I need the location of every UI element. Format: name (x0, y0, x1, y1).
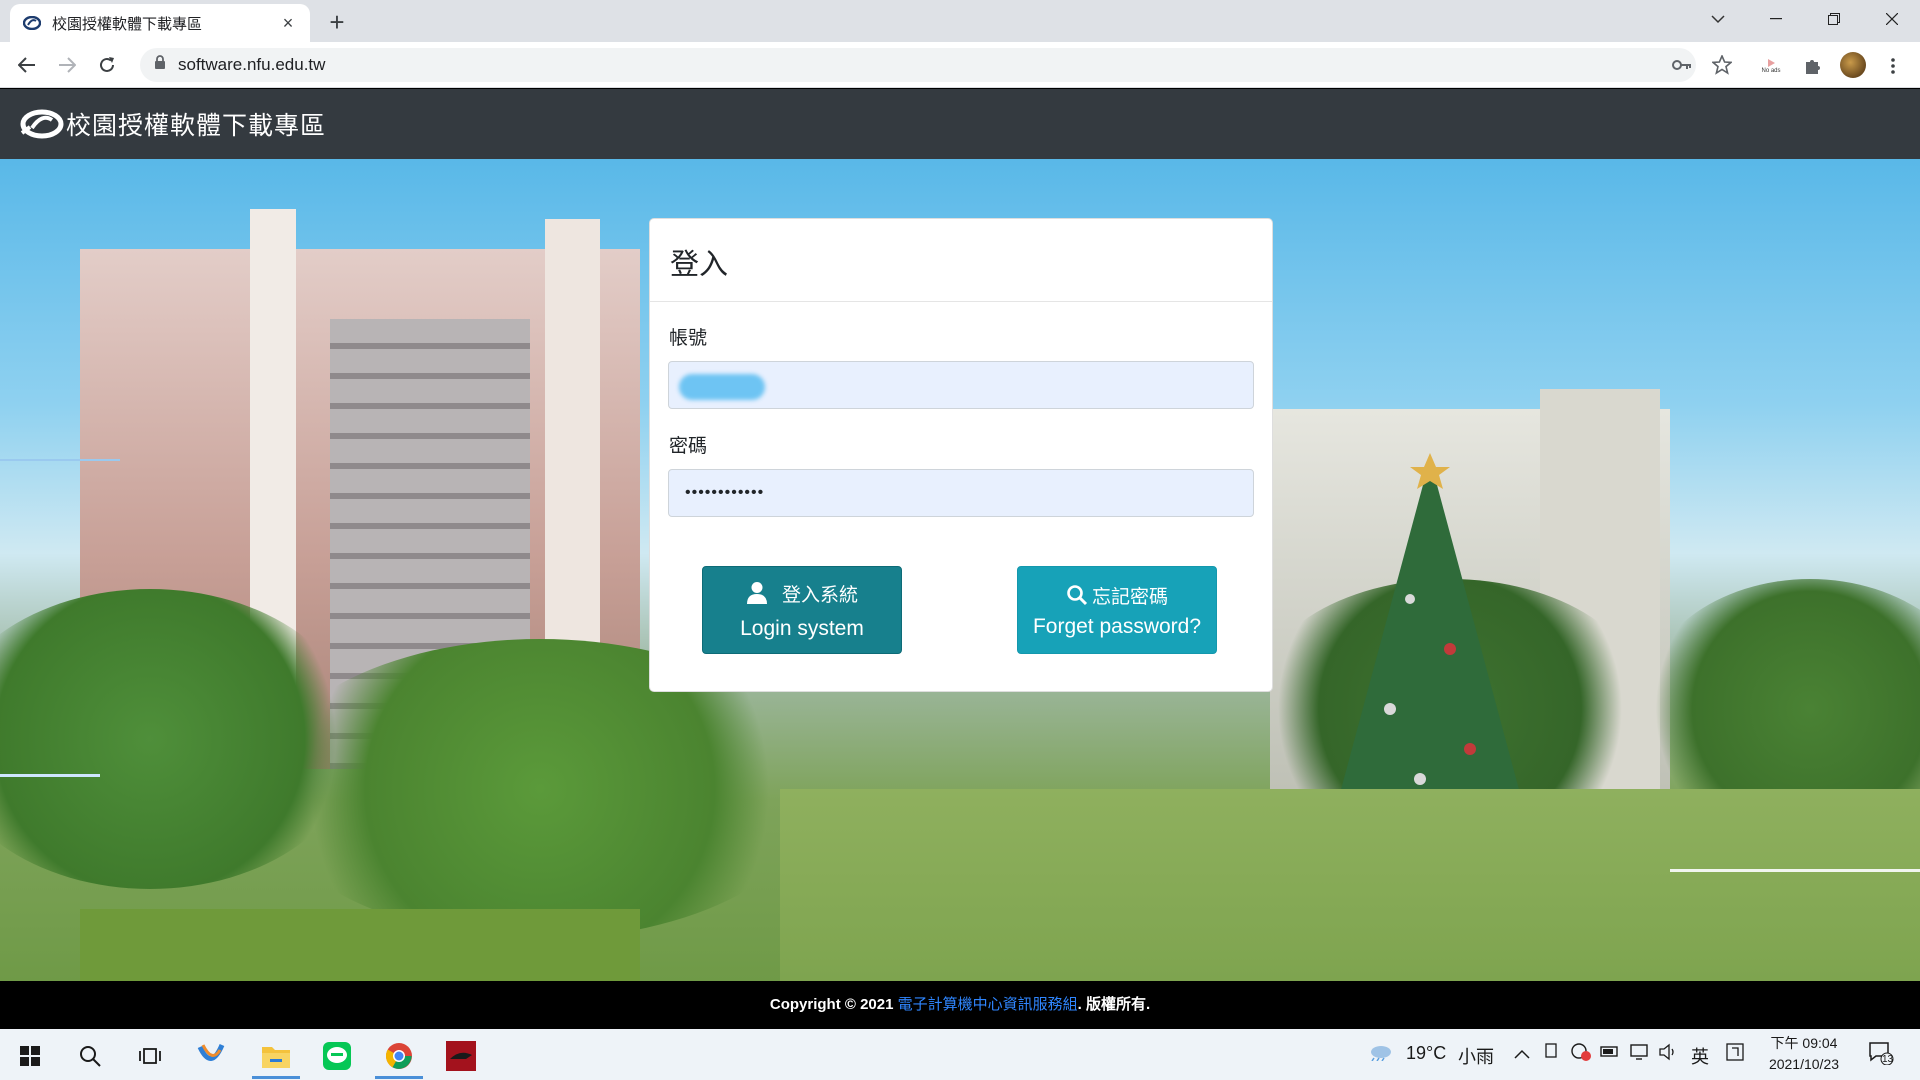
key-icon[interactable] (1670, 53, 1694, 77)
footer-org-link[interactable]: 電子計算機中心資訊服務組 (898, 996, 1078, 1013)
nfu-logo-icon[interactable] (20, 109, 64, 139)
weather-cloud-icon[interactable] (1368, 1043, 1392, 1066)
windows-taskbar: 19°C 小雨 英 下午 09:04 2021/10/23 13 (0, 1029, 1920, 1080)
password-input[interactable]: •••••••••••• (668, 469, 1254, 517)
login-title: 登入 (670, 249, 729, 281)
weather-temperature[interactable]: 19°C (1406, 1043, 1446, 1064)
taskbar-search-icon[interactable] (62, 1033, 118, 1079)
battery-icon[interactable] (1600, 1043, 1620, 1064)
network-icon[interactable] (1630, 1043, 1650, 1066)
user-icon (746, 582, 767, 604)
copyright-prefix: Copyright © 2021 (769, 996, 898, 1013)
clock-date: 2021/10/23 (1768, 1056, 1840, 1072)
username-label: 帳號 (669, 328, 708, 349)
extensions-puzzle-icon[interactable] (1800, 53, 1826, 79)
browser-tab-bar: 校園授權軟體下載專區 × + (0, 0, 1920, 42)
forget-password-button[interactable]: 忘記密碼 Forget password? (1017, 566, 1217, 654)
ime-mode-icon[interactable] (1726, 1043, 1744, 1066)
password-label: 密碼 (669, 436, 708, 457)
overlay-line (0, 459, 120, 461)
app-swirl-icon[interactable] (183, 1033, 239, 1079)
copyright-suffix: . 版權所有. (1077, 996, 1151, 1013)
reload-icon[interactable] (92, 50, 122, 80)
browser-tab[interactable]: 校園授權軟體下載專區 × (10, 4, 310, 42)
volume-icon[interactable] (1658, 1043, 1678, 1066)
card-header: 登入 (650, 219, 1272, 302)
windows-start-icon[interactable] (2, 1033, 58, 1079)
browser-toolbar: software.nfu.edu.tw No ads (0, 42, 1920, 88)
notification-count: 13 (1882, 1054, 1894, 1065)
forward-arrow-icon[interactable] (52, 50, 82, 80)
tray-chevron-up-icon[interactable] (1514, 1043, 1530, 1064)
noads-extension-icon[interactable]: No ads (1758, 53, 1784, 79)
app-red-shark-icon[interactable] (433, 1033, 489, 1079)
lawn (780, 789, 1920, 981)
overlay-line (0, 774, 100, 777)
taskbar-clock[interactable]: 下午 09:04 2021/10/23 (1756, 1033, 1852, 1075)
login-button-label-en: Login system (740, 616, 864, 640)
weather-description[interactable]: 小雨 (1458, 1043, 1494, 1069)
address-bar[interactable]: software.nfu.edu.tw (140, 48, 1696, 82)
back-arrow-icon[interactable] (12, 50, 42, 80)
browser-menu-icon[interactable] (1880, 53, 1906, 79)
redacted-username (679, 374, 765, 400)
file-explorer-icon[interactable] (248, 1033, 304, 1079)
restore-icon[interactable] (1806, 0, 1862, 38)
noads-label: No ads (1761, 68, 1781, 74)
search-icon (1067, 585, 1088, 606)
site-header: 校園授權軟體下載專區 (0, 89, 1920, 159)
forget-button-label-zh: 忘記密碼 (1091, 586, 1168, 608)
overlay-line (1670, 869, 1920, 872)
hedge (80, 909, 640, 981)
lock-icon[interactable] (154, 55, 166, 75)
security-alert-icon[interactable] (1570, 1042, 1592, 1067)
bookmark-star-icon[interactable] (1710, 53, 1734, 77)
tab-title: 校園授權軟體下載專區 (52, 15, 203, 33)
tab-search-chevron-icon[interactable] (1690, 0, 1746, 38)
username-input[interactable] (668, 361, 1254, 409)
close-window-icon[interactable] (1864, 0, 1920, 38)
login-button[interactable]: 登入系統 Login system (702, 566, 902, 654)
site-footer: Copyright © 2021 電子計算機中心資訊服務組. 版權所有. (0, 981, 1920, 1029)
task-view-icon[interactable] (122, 1033, 178, 1079)
ime-language-indicator[interactable]: 英 (1691, 1043, 1709, 1069)
chrome-icon[interactable] (371, 1033, 427, 1079)
close-tab-icon[interactable]: × (278, 13, 298, 34)
site-favicon-icon (22, 13, 42, 33)
url-text: software.nfu.edu.tw (178, 55, 326, 74)
profile-avatar[interactable] (1840, 52, 1866, 78)
clock-time: 下午 09:04 (1770, 1035, 1838, 1051)
login-card: 登入 帳號 密碼 •••••••••••• 登入系統 Login system … (649, 218, 1273, 692)
new-tab-button[interactable]: + (322, 8, 352, 38)
login-button-label-zh: 登入系統 (781, 584, 858, 606)
minimize-icon[interactable] (1748, 0, 1804, 38)
forget-button-label-en: Forget password? (1032, 614, 1202, 638)
meet-now-icon[interactable] (1544, 1042, 1560, 1065)
line-app-icon[interactable] (309, 1033, 365, 1079)
site-title[interactable]: 校園授權軟體下載專區 (66, 106, 326, 142)
